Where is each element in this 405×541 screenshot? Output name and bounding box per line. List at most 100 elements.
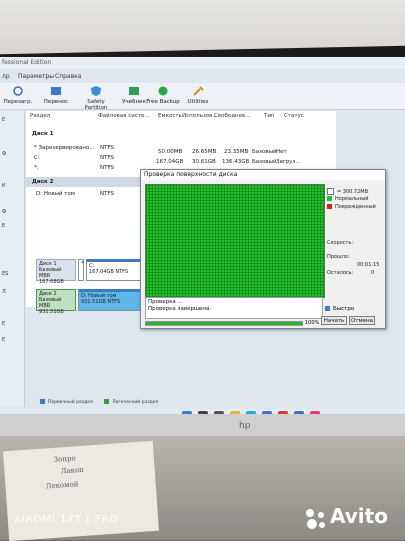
safety-partition-button[interactable]: Safety Partition bbox=[76, 85, 116, 111]
utilities-button[interactable]: Utilities bbox=[180, 85, 216, 105]
free-backup-button[interactable]: Free Backup bbox=[146, 85, 180, 105]
menu-bar: лр Параметры Справка bbox=[0, 71, 405, 81]
row-reserved-used: 26.65MB bbox=[192, 149, 217, 155]
row-c-name[interactable]: C: bbox=[34, 155, 40, 161]
checkbox-icon[interactable] bbox=[325, 306, 330, 311]
legend-normal-label: Нормальный bbox=[335, 196, 369, 202]
disk2-d-segment[interactable]: D: Новый том 931.51GB NTFS bbox=[78, 289, 142, 311]
disk1-reserved-segment[interactable]: * bbox=[78, 259, 84, 281]
col-used[interactable]: Использов... bbox=[182, 111, 218, 121]
paper-line: Лакоп bbox=[60, 465, 85, 476]
damaged-swatch bbox=[327, 204, 332, 209]
progress-bar bbox=[145, 321, 303, 326]
migrate-label: Перенос bbox=[43, 99, 69, 105]
backup-icon bbox=[158, 86, 168, 96]
wrench-icon bbox=[193, 86, 204, 96]
left-pane-item[interactable]: Ф bbox=[2, 209, 6, 215]
disk2-map-label[interactable]: Диск 2 Базовый MBR 931.51GB bbox=[36, 289, 76, 315]
window-title: fessional Edition bbox=[0, 57, 405, 69]
surface-test-dialog: Проверка поверхности диска = 300.72MB Но… bbox=[140, 169, 386, 329]
menu-item-settings[interactable]: Параметры bbox=[18, 73, 54, 80]
row-c-used: 30.61GB bbox=[192, 159, 216, 165]
toolbar: Перезагр. Перенос Safety Partition Учебн… bbox=[0, 83, 405, 111]
legend-normal: Нормальный bbox=[327, 196, 368, 202]
paper-line: Лекомой bbox=[45, 480, 79, 491]
row-star-fs: NTFS bbox=[100, 165, 115, 171]
left-pane-item[interactable]: Е bbox=[2, 117, 5, 123]
left-pane-item[interactable]: ES bbox=[2, 271, 8, 277]
logical-swatch bbox=[104, 399, 110, 404]
col-status[interactable]: Статус bbox=[284, 111, 304, 121]
left-pane-item[interactable]: Е bbox=[2, 223, 5, 229]
disk2-map-type: Базовый MBR bbox=[39, 297, 62, 309]
paper-sheet: Зопро Лакоп Лекомой bbox=[3, 440, 159, 541]
log-line: Проверка завершена. bbox=[148, 306, 212, 312]
size-swatch bbox=[327, 188, 334, 195]
safety-partition-label: Safety Partition bbox=[84, 99, 108, 111]
disk1-map-type: Базовый MBR bbox=[39, 267, 62, 279]
row-c-capacity: 167.04GB bbox=[156, 159, 184, 165]
cancel-button[interactable]: Отмена bbox=[349, 316, 375, 325]
left-pane-item[interactable]: Е bbox=[2, 321, 5, 327]
migrate-icon bbox=[51, 87, 61, 95]
phone-watermark: XIAOMI 12T | PRO bbox=[14, 514, 119, 525]
row-reserved-name[interactable]: * Зарезервировано... bbox=[34, 145, 95, 151]
row-reserved-type: Базовый bbox=[252, 149, 277, 155]
tutorial-label: Учебник bbox=[122, 99, 146, 105]
col-partition[interactable]: Раздел bbox=[30, 111, 50, 121]
log-line: Проверка ... bbox=[148, 299, 183, 305]
legend-primary: Первичный раздел bbox=[48, 400, 93, 405]
progress-fill bbox=[146, 322, 302, 325]
disk1-header[interactable]: Диск 1 bbox=[26, 129, 336, 139]
row-d-name[interactable]: D: Новый том bbox=[36, 191, 75, 197]
disk1-c-segment[interactable]: C: 167.04GB NTFS bbox=[86, 259, 142, 281]
avito-logo: Avito bbox=[330, 504, 388, 528]
row-star-name[interactable]: *: bbox=[34, 165, 39, 171]
row-reserved-fs: NTFS bbox=[100, 145, 115, 151]
row-d-fs: NTFS bbox=[100, 191, 115, 197]
menu-item[interactable]: лр bbox=[2, 73, 10, 80]
start-button[interactable]: Начать bbox=[321, 316, 347, 325]
free-backup-label: Free Backup bbox=[146, 99, 180, 105]
reboot-button[interactable]: Перезагр. bbox=[0, 85, 36, 105]
col-capacity[interactable]: Емкость bbox=[158, 111, 182, 121]
status-log: Проверка ... Проверка завершена. bbox=[145, 297, 323, 319]
col-filesystem[interactable]: Файловая систе... bbox=[98, 111, 150, 121]
partition-legend: Первичный раздел Логический раздел bbox=[40, 399, 158, 405]
monitor-chin bbox=[0, 414, 405, 436]
remaining-label: Осталось: bbox=[327, 270, 354, 276]
menu-item-help[interactable]: Справка bbox=[55, 73, 81, 80]
hp-logo: hp bbox=[239, 421, 251, 431]
left-pane-item[interactable]: Ф bbox=[2, 151, 6, 157]
reboot-label: Перезагр. bbox=[3, 99, 33, 105]
left-pane-item[interactable]: Л bbox=[2, 289, 6, 295]
avito-dots-icon bbox=[306, 509, 325, 529]
row-c-status: Загруз... bbox=[276, 159, 301, 165]
migrate-button[interactable]: Перенос bbox=[38, 85, 74, 105]
row-c-free: 136.43GB bbox=[222, 159, 250, 165]
legend-logical: Логический раздел bbox=[112, 400, 159, 405]
paper-line: Зопро bbox=[53, 454, 76, 464]
left-pane-item[interactable]: Е bbox=[2, 337, 5, 343]
row-c-fs: NTFS bbox=[100, 155, 115, 161]
quick-check[interactable]: Быстро bbox=[325, 306, 354, 312]
disk1-map-size: 167.68GB bbox=[39, 279, 64, 285]
row-c-type: Базовый bbox=[252, 159, 277, 165]
col-type[interactable]: Тип bbox=[264, 111, 275, 121]
progress-percent: 100% bbox=[305, 320, 320, 326]
disk2-map-size: 931.51GB bbox=[39, 309, 64, 315]
elapsed-label: Прошло: bbox=[327, 254, 350, 260]
shield-icon bbox=[91, 86, 101, 96]
left-pane-item[interactable]: К bbox=[2, 183, 6, 189]
disk1-map-label[interactable]: Диск 1 Базовый MBR 167.68GB bbox=[36, 259, 76, 285]
col-free[interactable]: Свободное... bbox=[214, 111, 251, 121]
dialog-title: Проверка поверхности диска bbox=[141, 170, 385, 180]
disk2-d-size: 931.51GB NTFS bbox=[81, 299, 121, 305]
disk1-c-size: 167.04GB NTFS bbox=[89, 269, 129, 275]
reboot-icon bbox=[13, 86, 23, 96]
row-reserved-capacity: 50.00MB bbox=[158, 149, 183, 155]
legend-damaged: Поврежденный bbox=[327, 204, 376, 210]
primary-swatch bbox=[40, 399, 45, 404]
quick-label: Быстро bbox=[333, 306, 355, 312]
legend-size-value: 300.72MB bbox=[342, 189, 369, 195]
